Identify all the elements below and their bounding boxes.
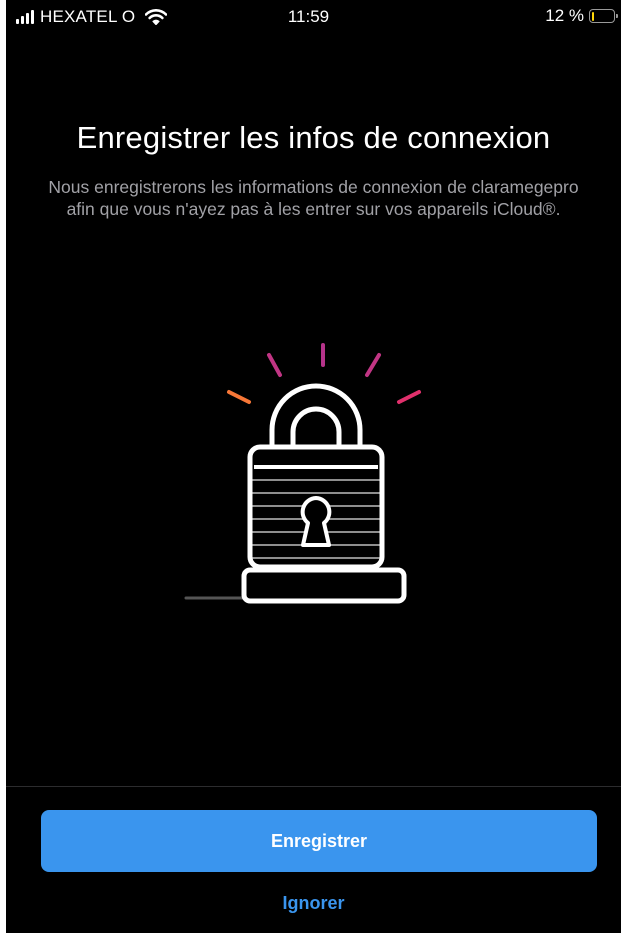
status-bar: HEXATEL O 11:59 12 % bbox=[6, 0, 621, 34]
page-description: Nous enregistrerons les informations de … bbox=[48, 177, 579, 219]
ignore-button[interactable]: Ignorer bbox=[6, 893, 621, 914]
page-title: Enregistrer les infos de connexion bbox=[76, 120, 551, 155]
save-button[interactable]: Enregistrer bbox=[41, 810, 597, 872]
battery-percent: 12 % bbox=[545, 6, 584, 25]
bottom-divider bbox=[6, 786, 621, 787]
status-right: 12 % bbox=[545, 6, 618, 26]
status-time: 11:59 bbox=[287, 7, 330, 26]
padlock-icon bbox=[184, 343, 421, 604]
battery-level bbox=[591, 11, 595, 21]
battery-icon bbox=[589, 9, 618, 23]
save-login-screen: HEXATEL O 11:59 12 % Enregistrer les inf… bbox=[6, 0, 621, 933]
battery-cap bbox=[616, 14, 618, 18]
